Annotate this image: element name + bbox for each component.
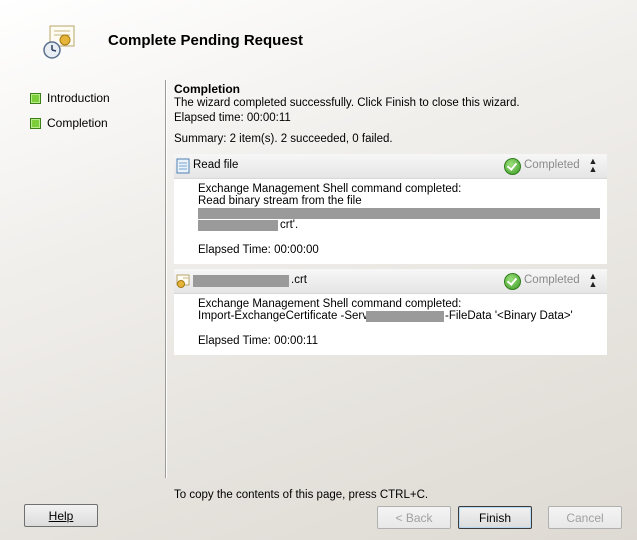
step-import-certificate: .crt Completed ▲ ▲ Exchange Management Sh… (174, 269, 607, 355)
step-line: Exchange Management Shell command comple… (198, 183, 462, 195)
step-title: Read file (193, 159, 239, 171)
back-button[interactable]: < Back (377, 506, 451, 529)
step-header[interactable]: .crt Completed ▲ ▲ (174, 269, 607, 294)
step-path-line: crt'. (198, 219, 607, 231)
step-line: Read binary stream from the file (198, 195, 362, 207)
file-icon (176, 158, 190, 174)
check-icon (504, 273, 521, 290)
step-elapsed: Elapsed Time: 00:00:11 (198, 335, 318, 347)
help-button[interactable]: Help (24, 504, 98, 527)
summary-text: Summary: 2 item(s). 2 succeeded, 0 faile… (174, 133, 393, 145)
redacted-block (366, 311, 444, 322)
elapsed-time: Elapsed time: 00:00:11 (174, 112, 291, 124)
nav-bullet-icon (30, 117, 41, 129)
finish-button[interactable]: Finish (458, 506, 532, 529)
collapse-icon[interactable]: ▲ ▲ (586, 157, 600, 174)
page-title: Complete Pending Request (108, 32, 304, 49)
nav-item-label: Introduction (47, 91, 110, 105)
command-suffix: -FileData '<Binary Data>' (445, 310, 573, 322)
wizard-header: Complete Pending Request (0, 0, 637, 80)
wizard-nav: Introduction Completion (30, 88, 110, 138)
redacted-block (198, 220, 278, 231)
certificate-icon (176, 274, 190, 288)
completion-section: Completion The wizard completed successf… (174, 82, 608, 147)
certificate-wizard-icon (43, 25, 75, 59)
step-elapsed: Elapsed Time: 00:00:00 (198, 244, 319, 256)
redacted-block (198, 208, 600, 219)
nav-item-completion: Completion (30, 113, 110, 133)
nav-item-introduction: Introduction (30, 88, 110, 108)
step-status: Completed (524, 274, 580, 286)
back-label: < Back (395, 511, 433, 525)
step-path-line (198, 207, 607, 219)
redacted-block (193, 275, 289, 287)
collapse-icon[interactable]: ▲ ▲ (586, 272, 600, 289)
help-label: Help (48, 509, 74, 523)
copy-hint: To copy the contents of this page, press… (174, 489, 429, 501)
step-header[interactable]: Read file Completed ▲ ▲ (174, 154, 607, 179)
check-icon (504, 158, 521, 175)
step-body: Exchange Management Shell command comple… (174, 294, 607, 355)
section-title: Completion (174, 82, 240, 96)
finish-label: Finish (478, 511, 511, 525)
step-body: Exchange Management Shell command comple… (174, 179, 607, 264)
path-suffix: crt'. (280, 219, 299, 231)
cancel-button[interactable]: Cancel (548, 506, 622, 529)
step-line: Exchange Management Shell command comple… (198, 298, 462, 310)
step-command-line: Import-ExchangeCertificate -Server -File… (198, 310, 607, 322)
vertical-divider (165, 80, 167, 478)
step-read-file: Read file Completed ▲ ▲ Exchange Manageme… (174, 154, 607, 264)
nav-item-label: Completion (47, 116, 108, 130)
step-title: .crt (291, 274, 307, 286)
nav-bullet-icon (30, 92, 41, 104)
step-status: Completed (524, 159, 580, 171)
cancel-label: Cancel (566, 511, 604, 525)
command-prefix: Import-ExchangeCertificate -Server (198, 310, 379, 322)
completion-message: The wizard completed successfully. Click… (174, 97, 520, 109)
